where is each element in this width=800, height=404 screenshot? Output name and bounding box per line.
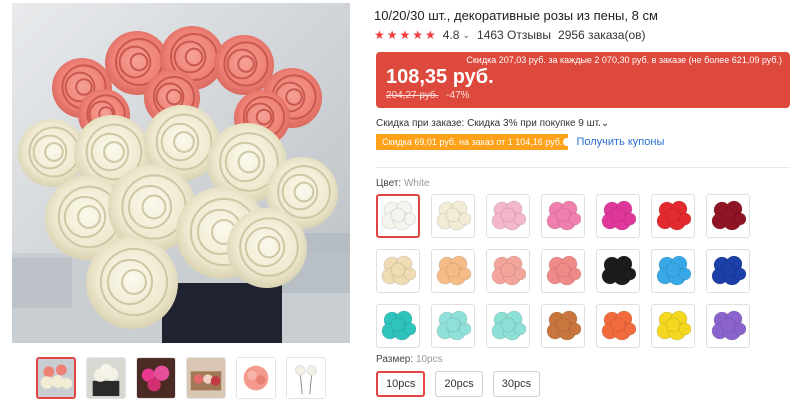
- discount-percent: -47%: [446, 90, 470, 101]
- size-option-20pcs[interactable]: 20pcs: [435, 371, 483, 397]
- thumbnail-4[interactable]: [186, 357, 226, 399]
- rose-bunch-icon: [546, 310, 581, 341]
- rose-bunch-icon: [546, 200, 581, 231]
- bulk-discount-dropdown[interactable]: Скидка при заказе: Скидка 3% при покупке…: [376, 118, 609, 129]
- orders-count: 2956 заказа(ов): [558, 28, 646, 42]
- rose-bunch-icon: [436, 255, 471, 286]
- coupon-row: Скидка 69,01 руб. на заказ от 1 104,16 р…: [376, 134, 664, 150]
- rose-bunch-icon: [491, 255, 526, 286]
- size-option-10pcs[interactable]: 10pcs: [376, 371, 426, 397]
- store-discount-text: Скидка 207,03 руб. за каждые 2 070,30 ру…: [466, 55, 782, 65]
- rose-bunch-icon: [601, 310, 636, 341]
- get-coupons-link[interactable]: Получить купоны: [576, 136, 664, 148]
- color-swatch-20[interactable]: [651, 304, 695, 348]
- color-swatch-13[interactable]: [651, 249, 695, 293]
- rose-bunch-icon: [381, 200, 416, 231]
- color-swatch-4[interactable]: [541, 194, 585, 238]
- reviews-link[interactable]: 1463 Отзывы: [477, 28, 551, 42]
- color-swatch-grid: [376, 194, 750, 348]
- color-swatch-19[interactable]: [596, 304, 640, 348]
- thumbnail-1[interactable]: [36, 357, 76, 399]
- rose-bunch-icon: [656, 200, 691, 231]
- color-swatch-21[interactable]: [706, 304, 750, 348]
- size-label: Размер: 10pcs: [376, 354, 443, 365]
- color-label-text: Цвет:: [376, 178, 404, 189]
- size-label-text: Размер:: [376, 354, 416, 365]
- color-swatch-16[interactable]: [431, 304, 475, 348]
- rating-value[interactable]: 4.8: [443, 28, 460, 42]
- thumbnail-3[interactable]: [136, 357, 176, 399]
- color-swatch-12[interactable]: [596, 249, 640, 293]
- color-swatch-15[interactable]: [376, 304, 420, 348]
- rose-bunch-icon: [656, 310, 691, 341]
- rose-bunch-icon: [656, 255, 691, 286]
- rose-bunch-icon: [381, 255, 416, 286]
- old-price-row: 204,27 руб. -47%: [386, 90, 470, 101]
- color-swatch-2[interactable]: [431, 194, 475, 238]
- rose-bunch-icon: [436, 310, 471, 341]
- old-price: 204,27 руб.: [386, 90, 439, 101]
- color-swatch-6[interactable]: [651, 194, 695, 238]
- rose-bunch-icon: [546, 255, 581, 286]
- color-selected-value: White: [403, 178, 430, 189]
- rose-bunch-icon: [711, 310, 746, 341]
- divider: [376, 167, 790, 168]
- rating-chevron-icon[interactable]: ⌄: [462, 30, 470, 41]
- thumbnail-6[interactable]: [286, 357, 326, 399]
- main-product-image[interactable]: [12, 3, 350, 343]
- rating-row: ★★★★★ 4.8 ⌄ 1463 Отзывы 2956 заказа(ов): [374, 26, 646, 44]
- thumbnail-2[interactable]: [86, 357, 126, 399]
- rose-bunch-icon: [711, 255, 746, 286]
- rose-bunch-icon: [491, 310, 526, 341]
- color-swatch-11[interactable]: [541, 249, 585, 293]
- product-title: 10/20/30 шт., декоративные розы из пены,…: [374, 8, 658, 23]
- size-selected-value: 10pcs: [415, 354, 443, 365]
- thumbnail-5[interactable]: [236, 357, 276, 399]
- color-swatch-9[interactable]: [431, 249, 475, 293]
- color-swatch-18[interactable]: [541, 304, 585, 348]
- size-option-30pcs[interactable]: 30pcs: [492, 371, 541, 397]
- thumbnail-strip: [36, 357, 326, 399]
- rose-bunch-icon: [491, 200, 526, 231]
- rose-bunch-icon: [381, 310, 416, 341]
- color-swatch-17[interactable]: [486, 304, 530, 348]
- coupon-badge: Скидка 69,01 руб. на заказ от 1 104,16 р…: [376, 134, 570, 150]
- rose-bunch-icon: [601, 255, 636, 286]
- color-label: Цвет: White: [376, 178, 430, 189]
- color-swatch-10[interactable]: [486, 249, 530, 293]
- rose-bunch-icon: [601, 200, 636, 231]
- color-swatch-8[interactable]: [376, 249, 420, 293]
- current-price: 108,35 руб.: [386, 66, 494, 88]
- size-options: 10pcs 20pcs 30pcs: [376, 371, 541, 397]
- color-swatch-14[interactable]: [706, 249, 750, 293]
- rose-bunch-icon: [711, 200, 746, 231]
- color-swatch-1[interactable]: [376, 194, 420, 238]
- rating-stars-icon: ★★★★★: [374, 28, 438, 42]
- color-swatch-3[interactable]: [486, 194, 530, 238]
- rose-bunch-icon: [436, 200, 471, 231]
- price-banner: Скидка 207,03 руб. за каждые 2 070,30 ру…: [376, 52, 790, 108]
- color-swatch-5[interactable]: [596, 194, 640, 238]
- color-swatch-7[interactable]: [706, 194, 750, 238]
